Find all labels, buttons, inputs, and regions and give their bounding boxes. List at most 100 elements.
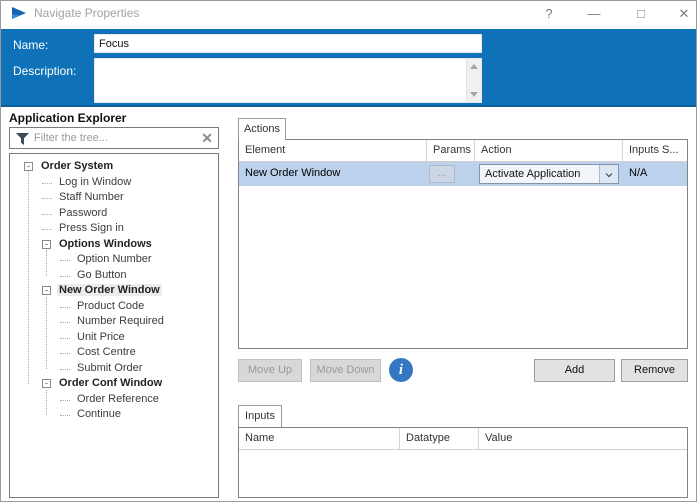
description-textarea[interactable] <box>94 58 482 103</box>
action-row-selected[interactable]: New Order Window ... Activate Applicatio… <box>239 162 687 186</box>
tree-item-option-number[interactable]: Option Number <box>10 252 218 268</box>
tree-item-press-sign-in[interactable]: Press Sign in <box>10 221 218 237</box>
tree-item-label: Staff Number <box>57 191 126 203</box>
tree-item-label: Continue <box>75 408 123 420</box>
tree-item-password[interactable]: Password <box>10 206 218 222</box>
tree-item-order-system[interactable]: -Order System <box>10 159 218 175</box>
tree-item-label: Option Number <box>75 253 154 265</box>
tree-connector <box>60 369 70 370</box>
tree-connector <box>60 307 70 308</box>
title-bar: Navigate Properties ? — □ ✕ <box>1 1 696 29</box>
maximize-icon[interactable]: □ <box>626 4 656 24</box>
actions-header-row: Element Params Action Inputs S... <box>239 140 687 162</box>
tree-item-label: Options Windows <box>57 238 154 250</box>
tree-connector <box>42 198 52 199</box>
tree-item-label: Cost Centre <box>75 346 138 358</box>
move-up-button[interactable]: Move Up <box>238 359 302 382</box>
tree-filter: ✕ <box>9 127 219 149</box>
close-icon[interactable]: ✕ <box>669 4 697 24</box>
tree-item-label: Product Code <box>75 300 146 312</box>
application-explorer-title: Application Explorer <box>9 111 126 125</box>
column-header-params[interactable]: Params <box>427 140 475 161</box>
tree-item-unit-price[interactable]: Unit Price <box>10 330 218 346</box>
filter-input[interactable] <box>34 129 194 147</box>
window-title: Navigate Properties <box>34 6 139 20</box>
tree-item-product-code[interactable]: Product Code <box>10 299 218 315</box>
tab-inputs[interactable]: Inputs <box>238 405 282 427</box>
column-header-datatype[interactable]: Datatype <box>400 428 479 449</box>
inputs-header-row: Name Datatype Value <box>239 428 687 450</box>
tab-actions[interactable]: Actions <box>238 118 286 140</box>
tree-item-number-required[interactable]: Number Required <box>10 314 218 330</box>
tree-connector <box>60 322 70 323</box>
action-action-cell: Activate Application <box>475 162 623 186</box>
tree-connector <box>60 338 70 339</box>
info-icon[interactable]: i <box>389 358 413 382</box>
properties-header: Name: Description: <box>1 29 697 107</box>
collapse-minus-icon[interactable]: - <box>42 379 51 388</box>
action-inputs-set-cell: N/A <box>623 162 687 186</box>
scroll-up-icon[interactable] <box>470 64 478 69</box>
column-header-name[interactable]: Name <box>239 428 400 449</box>
minimize-icon[interactable]: — <box>579 4 609 24</box>
tree-item-label: Go Button <box>75 269 129 281</box>
navigate-properties-dialog: Navigate Properties ? — □ ✕ Name: Descri… <box>0 0 697 502</box>
tree-item-order-conf-window[interactable]: -Order Conf Window <box>10 376 218 392</box>
tree-item-label: New Order Window <box>57 284 162 296</box>
tree-item-continue[interactable]: Continue <box>10 407 218 423</box>
help-icon[interactable]: ? <box>534 4 564 24</box>
tree-item-label: Order Conf Window <box>57 377 164 389</box>
params-ellipsis-button[interactable]: ... <box>429 165 455 183</box>
tree-connector <box>60 353 70 354</box>
description-label: Description: <box>13 64 76 78</box>
tree-connector <box>60 260 70 261</box>
tree-item-submit-order[interactable]: Submit Order <box>10 361 218 377</box>
column-header-value[interactable]: Value <box>479 428 687 449</box>
tree-item-cost-centre[interactable]: Cost Centre <box>10 345 218 361</box>
tree-item-new-order-window[interactable]: -New Order Window <box>10 283 218 299</box>
description-scrollbar[interactable] <box>466 59 481 102</box>
tree-item-order-reference[interactable]: Order Reference <box>10 392 218 408</box>
tree-item-options-windows[interactable]: -Options Windows <box>10 237 218 253</box>
inputs-table: Name Datatype Value <box>238 427 688 498</box>
chevron-down-button[interactable] <box>599 165 618 183</box>
add-button[interactable]: Add <box>534 359 615 382</box>
action-select[interactable]: Activate Application <box>479 164 619 184</box>
tree-item-go-button[interactable]: Go Button <box>10 268 218 284</box>
tree-connector <box>42 214 52 215</box>
chevron-down-icon <box>605 171 613 179</box>
tree-item-label: Log in Window <box>57 176 133 188</box>
collapse-minus-icon[interactable]: - <box>24 162 33 171</box>
tree-connector <box>60 400 70 401</box>
tree-connector <box>60 276 70 277</box>
tree-connector <box>42 229 52 230</box>
tree-item-label: Order Reference <box>75 393 161 405</box>
tree-item-label: Order System <box>39 160 115 172</box>
scroll-down-icon[interactable] <box>470 92 478 97</box>
column-header-element[interactable]: Element <box>239 140 427 161</box>
tree-item-label: Number Required <box>75 315 166 327</box>
app-logo-icon <box>11 6 27 20</box>
collapse-minus-icon[interactable]: - <box>42 240 51 249</box>
tree-item-label: Press Sign in <box>57 222 126 234</box>
tree-item-label: Password <box>57 207 109 219</box>
action-element-cell[interactable]: New Order Window <box>239 162 427 186</box>
name-label: Name: <box>13 38 48 52</box>
remove-button[interactable]: Remove <box>621 359 688 382</box>
filter-funnel-icon <box>16 133 29 148</box>
actions-table: Element Params Action Inputs S... New Or… <box>238 139 688 349</box>
name-input[interactable] <box>94 34 482 53</box>
application-tree[interactable]: -Order SystemLog in WindowStaff NumberPa… <box>9 153 219 498</box>
tree-item-label: Unit Price <box>75 331 127 343</box>
tree-item-log-in-window[interactable]: Log in Window <box>10 175 218 191</box>
move-down-button[interactable]: Move Down <box>310 359 381 382</box>
column-header-action[interactable]: Action <box>475 140 623 161</box>
action-select-value: Activate Application <box>485 168 580 180</box>
clear-filter-icon[interactable]: ✕ <box>201 130 213 147</box>
tree-connector <box>60 415 70 416</box>
action-params-cell: ... <box>427 162 475 186</box>
column-header-inputs-set[interactable]: Inputs S... <box>623 140 687 161</box>
tree-item-staff-number[interactable]: Staff Number <box>10 190 218 206</box>
tree-item-label: Submit Order <box>75 362 144 374</box>
collapse-minus-icon[interactable]: - <box>42 286 51 295</box>
